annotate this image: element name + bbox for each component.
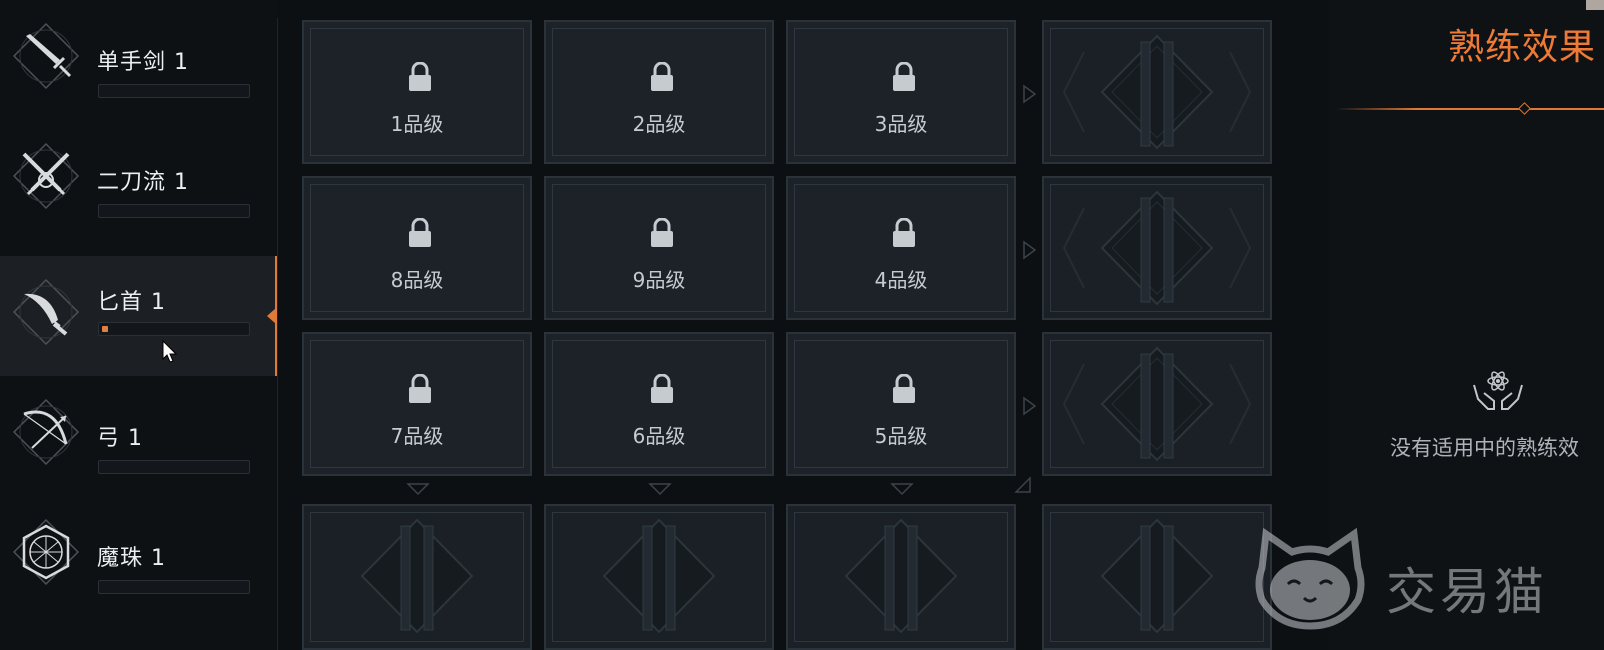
dual-blades-icon xyxy=(12,142,80,210)
lock-icon xyxy=(409,62,431,91)
reward-tile[interactable] xyxy=(544,504,774,650)
weapon-name: 弓 1 xyxy=(97,426,143,451)
weapon-progress-bar xyxy=(98,580,250,594)
grade-label: 2品级 xyxy=(632,112,686,136)
grade-tile[interactable]: 4品级 xyxy=(786,176,1016,320)
lock-icon xyxy=(409,218,431,247)
weapon-name: 单手剑 1 xyxy=(97,50,189,75)
sealed-emblem-icon xyxy=(360,518,474,634)
lock-icon xyxy=(409,374,431,403)
hands-atom-icon xyxy=(1473,371,1523,410)
grade-tile[interactable]: 3品级 xyxy=(786,20,1016,164)
arrow-down-icon xyxy=(890,483,914,496)
grade-label: 6品级 xyxy=(632,424,686,448)
panel-title: 熟练效果 xyxy=(1447,27,1596,68)
sealed-emblem-icon xyxy=(602,518,716,634)
weapon-item-dual-blades[interactable]: 二刀流 1 xyxy=(0,120,278,240)
lock-icon xyxy=(893,62,915,91)
weapon-name: 匕首 1 xyxy=(97,290,166,315)
lock-icon xyxy=(651,218,673,247)
weapon-item-bow[interactable]: 弓 1 xyxy=(0,376,278,496)
grade-label: 7品级 xyxy=(390,424,444,448)
magic-orb-icon xyxy=(12,518,80,586)
divider-diamond-icon xyxy=(1518,102,1531,115)
watermark: 交易猫 xyxy=(1252,528,1604,638)
arrow-right-icon xyxy=(1023,396,1037,416)
lock-icon xyxy=(893,374,915,403)
grade-tile[interactable]: 8品级 xyxy=(302,176,532,320)
avatar xyxy=(1586,0,1604,10)
watermark-text: 交易猫 xyxy=(1386,563,1548,621)
weapon-sidebar: 单手剑 1 二刀流 1 匕首 1 弓 1 魔珠 1 xyxy=(0,0,278,650)
sealed-emblem-icon xyxy=(1062,190,1252,306)
weapon-name: 魔珠 1 xyxy=(97,546,166,571)
empty-state-text: 没有适用中的熟练效 xyxy=(1390,436,1579,460)
grade-label: 5品级 xyxy=(874,424,928,448)
arrow-down-icon xyxy=(406,483,430,496)
grade-label: 8品级 xyxy=(390,268,444,292)
lock-icon xyxy=(651,62,673,91)
weapon-progress-bar xyxy=(98,204,250,218)
grade-tile[interactable]: 5品级 xyxy=(786,332,1016,476)
reward-tile[interactable] xyxy=(786,504,1016,650)
arrow-diagonal-icon xyxy=(1014,476,1031,493)
active-arrow-icon xyxy=(267,308,276,324)
sealed-emblem-icon xyxy=(1062,34,1252,150)
mouse-cursor-icon xyxy=(162,340,178,363)
grade-label: 9品级 xyxy=(632,268,686,292)
reward-tile[interactable] xyxy=(302,504,532,650)
arrow-right-icon xyxy=(1023,240,1037,260)
grade-tile[interactable]: 9品级 xyxy=(544,176,774,320)
weapon-progress-fill xyxy=(102,326,108,332)
bow-icon xyxy=(12,398,80,466)
grade-label: 1品级 xyxy=(390,112,444,136)
sealed-emblem-icon xyxy=(844,518,958,634)
grade-tile[interactable]: 2品级 xyxy=(544,20,774,164)
lock-icon xyxy=(651,374,673,403)
grade-label: 4品级 xyxy=(874,268,928,292)
weapon-item-dagger[interactable]: 匕首 1 xyxy=(0,256,278,376)
lock-icon xyxy=(893,218,915,247)
sealed-emblem-icon xyxy=(1100,518,1214,634)
grade-tile[interactable]: 7品级 xyxy=(302,332,532,476)
one-handed-sword-icon xyxy=(12,22,80,90)
arrow-down-icon xyxy=(648,483,672,496)
grade-grid: 1品级 2品级 3品级 8品级 9品级 4品级 7品级 6品级 5品级 xyxy=(290,0,1310,650)
reward-tile[interactable] xyxy=(1042,20,1272,164)
reward-tile[interactable] xyxy=(1042,504,1272,650)
dagger-icon xyxy=(12,278,80,346)
weapon-progress-bar xyxy=(98,84,250,98)
cat-logo-icon xyxy=(1255,528,1365,630)
reward-tile[interactable] xyxy=(1042,176,1272,320)
grade-label: 3品级 xyxy=(874,112,928,136)
sealed-emblem-icon xyxy=(1062,346,1252,462)
grade-tile[interactable]: 6品级 xyxy=(544,332,774,476)
grade-tile[interactable]: 1品级 xyxy=(302,20,532,164)
weapon-item-one-handed-sword[interactable]: 单手剑 1 xyxy=(0,0,278,120)
title-divider xyxy=(1336,108,1604,110)
weapon-item-magic-orb[interactable]: 魔珠 1 xyxy=(0,496,278,616)
weapon-progress-bar xyxy=(98,322,250,336)
arrow-right-icon xyxy=(1023,84,1037,104)
reward-tile[interactable] xyxy=(1042,332,1272,476)
weapon-name: 二刀流 1 xyxy=(97,170,189,195)
weapon-progress-bar xyxy=(98,460,250,474)
